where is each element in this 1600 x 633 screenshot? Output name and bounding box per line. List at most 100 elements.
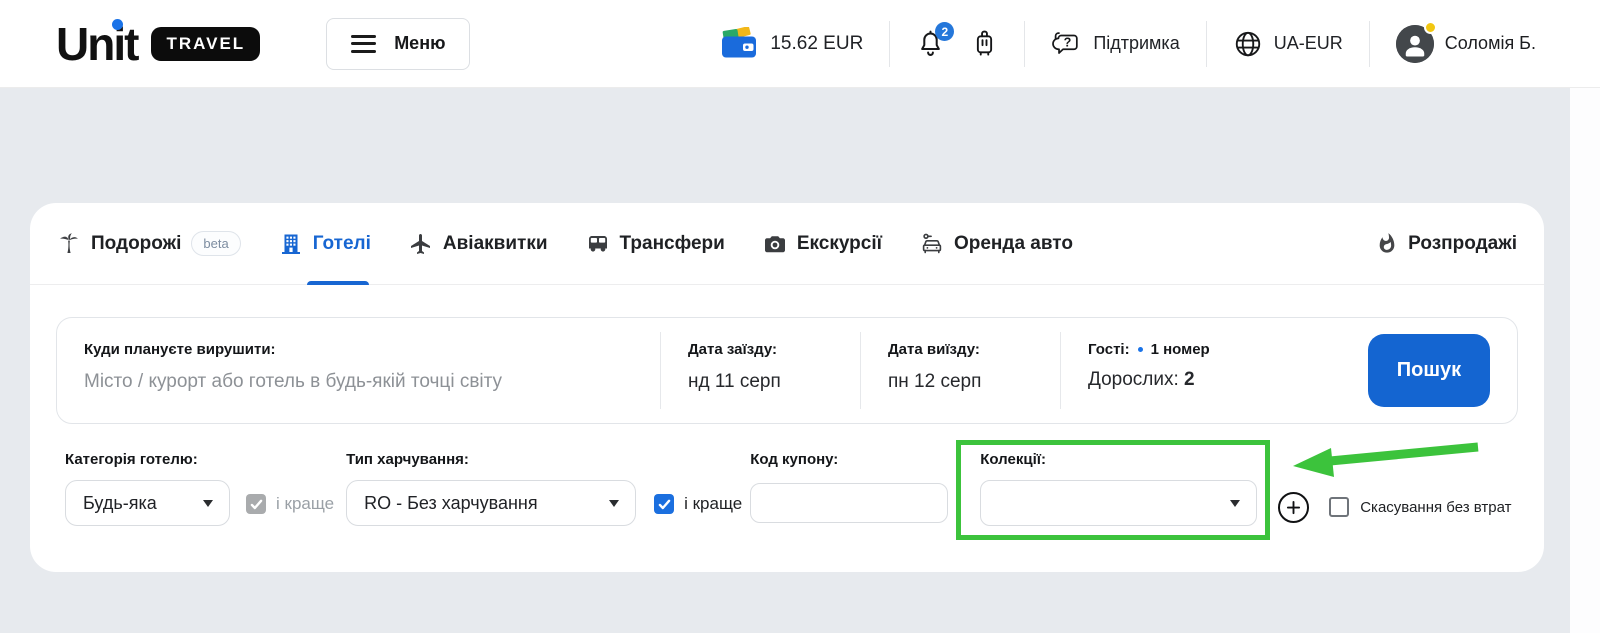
camera-icon xyxy=(763,232,787,256)
chevron-down-icon xyxy=(1230,500,1240,507)
support-chat-icon: ? xyxy=(1051,29,1082,58)
tab-car-rental[interactable]: Оренда авто xyxy=(920,203,1073,284)
free-cancellation-option[interactable]: Скасування без втрат xyxy=(1329,497,1511,517)
tab-sales-label: Розпродажі xyxy=(1408,233,1517,255)
coupon-filter: Код купону: xyxy=(750,451,948,523)
unchecked-checkbox xyxy=(1329,497,1349,517)
chevron-down-icon xyxy=(609,500,619,507)
tab-flights[interactable]: Авіаквитки xyxy=(409,203,548,284)
product-tabs: Подорожі beta Гот xyxy=(30,203,1544,285)
support-label: Підтримка xyxy=(1093,33,1179,54)
hotel-category-value: Будь-яка xyxy=(83,493,157,514)
meal-type-label: Тип харчування: xyxy=(346,451,636,468)
luggage-icon xyxy=(971,28,998,59)
tab-hotels[interactable]: Готелі xyxy=(279,203,371,284)
tab-trips-label: Подорожі xyxy=(91,233,181,255)
tab-excursions[interactable]: Екскурсії xyxy=(763,203,882,284)
category-better-label: і краще xyxy=(276,494,334,514)
rooms-value: 1 номер xyxy=(1151,341,1210,358)
adults-count: 2 xyxy=(1184,369,1195,390)
meal-type-value: RO - Без харчування xyxy=(364,493,537,514)
search-button[interactable]: Пошук xyxy=(1368,334,1490,407)
user-name: Соломія Б. xyxy=(1445,33,1536,54)
svg-text:?: ? xyxy=(1064,36,1072,50)
logo-blue-dot-i: i xyxy=(113,21,124,67)
checked-checkbox xyxy=(654,494,674,514)
header-divider xyxy=(889,21,890,67)
checkin-value: нд 11 серп xyxy=(688,371,860,393)
menu-button[interactable]: Меню xyxy=(326,18,470,70)
beta-badge: beta xyxy=(191,231,240,256)
checkout-section[interactable]: Дата виїзду: пн 12 серп xyxy=(861,318,1060,423)
flame-icon xyxy=(1376,232,1398,255)
globe-icon xyxy=(1233,29,1263,59)
menu-label: Меню xyxy=(394,33,445,54)
checkin-label: Дата заїзду: xyxy=(688,341,860,358)
header-divider xyxy=(1024,21,1025,67)
airplane-icon xyxy=(409,232,433,256)
collections-label: Колекції: xyxy=(980,451,1251,468)
wallet-balance[interactable]: 15.62 EUR xyxy=(719,27,863,60)
locale-currency-selector[interactable]: UA-EUR xyxy=(1233,29,1343,59)
bullet-dot xyxy=(1138,347,1143,352)
meal-better-label: і краще xyxy=(684,494,742,514)
guests-label: Гості: xyxy=(1088,341,1130,358)
tab-hotels-label: Готелі xyxy=(313,233,371,255)
header-divider xyxy=(1369,21,1370,67)
brand-travel-badge: TRAVEL xyxy=(151,27,260,61)
car-key-icon xyxy=(920,232,944,256)
collections-select[interactable] xyxy=(980,480,1257,526)
checkout-value: пн 12 серп xyxy=(888,371,1060,393)
status-dot xyxy=(1424,21,1437,34)
wallet-icon xyxy=(719,27,759,60)
destination-section[interactable]: Куди плануєте вирушити: xyxy=(57,318,660,423)
tab-flights-label: Авіаквитки xyxy=(443,233,548,255)
search-card: Подорожі beta Гот xyxy=(30,203,1544,572)
coupon-input[interactable] xyxy=(750,483,948,523)
free-cancellation-label: Скасування без втрат xyxy=(1360,499,1511,516)
top-header: Unit TRAVEL Меню 15.62 EUR xyxy=(0,0,1600,88)
tab-car-rental-label: Оренда авто xyxy=(954,233,1073,255)
category-and-better-option[interactable]: і краще xyxy=(246,494,334,514)
destination-label: Куди плануєте вирушити: xyxy=(84,341,660,358)
tab-transfers[interactable]: Трансфери xyxy=(586,203,725,284)
hotel-search-bar: Куди плануєте вирушити: Дата заїзду: нд … xyxy=(56,317,1518,424)
checkout-label: Дата виїзду: xyxy=(888,341,1060,358)
filters-row: Категорія готелю: Будь-яка і краще Тип х… xyxy=(30,451,1544,540)
meal-type-filter: Тип харчування: RO - Без харчування xyxy=(346,451,636,526)
trips-luggage-button[interactable] xyxy=(971,28,998,59)
guests-section[interactable]: Гості: 1 номер Дорослих: 2 xyxy=(1061,318,1368,423)
tab-transfers-label: Трансфери xyxy=(620,233,725,255)
header-divider xyxy=(1206,21,1207,67)
chevron-down-icon xyxy=(203,500,213,507)
brand-wordmark: Unit xyxy=(56,21,137,67)
notifications-button[interactable]: 2 xyxy=(916,28,945,59)
page-background: Подорожі beta Гот xyxy=(0,88,1600,633)
brand-logo[interactable]: Unit TRAVEL xyxy=(56,21,260,67)
notification-count-badge: 2 xyxy=(935,22,954,41)
meal-and-better-option[interactable]: і краще xyxy=(654,494,742,514)
wallet-amount: 15.62 EUR xyxy=(770,33,863,55)
tab-trips[interactable]: Подорожі beta xyxy=(57,203,241,284)
locale-label: UA-EUR xyxy=(1274,33,1343,54)
checked-disabled-checkbox xyxy=(246,494,266,514)
add-collection-button[interactable] xyxy=(1278,492,1309,523)
support-button[interactable]: ? Підтримка xyxy=(1051,29,1179,58)
tab-excursions-label: Екскурсії xyxy=(797,233,882,255)
palm-tree-icon xyxy=(57,232,81,256)
meal-type-select[interactable]: RO - Без харчування xyxy=(346,480,636,526)
user-account-button[interactable]: Соломія Б. xyxy=(1396,25,1536,63)
avatar xyxy=(1396,25,1434,63)
hotel-category-select[interactable]: Будь-яка xyxy=(65,480,230,526)
checkin-section[interactable]: Дата заїзду: нд 11 серп xyxy=(661,318,860,423)
tab-sales[interactable]: Розпродажі xyxy=(1376,203,1517,284)
hamburger-icon xyxy=(351,35,376,53)
destination-input[interactable] xyxy=(84,371,637,393)
hotel-category-filter: Категорія готелю: Будь-яка xyxy=(65,451,230,526)
right-gutter xyxy=(1570,88,1600,633)
bus-icon xyxy=(586,232,610,256)
adults-label: Дорослих: xyxy=(1088,369,1179,390)
collections-annotation-box: Колекції: xyxy=(956,440,1270,540)
hotel-building-icon xyxy=(279,232,303,256)
hotel-category-label: Категорія готелю: xyxy=(65,451,230,468)
